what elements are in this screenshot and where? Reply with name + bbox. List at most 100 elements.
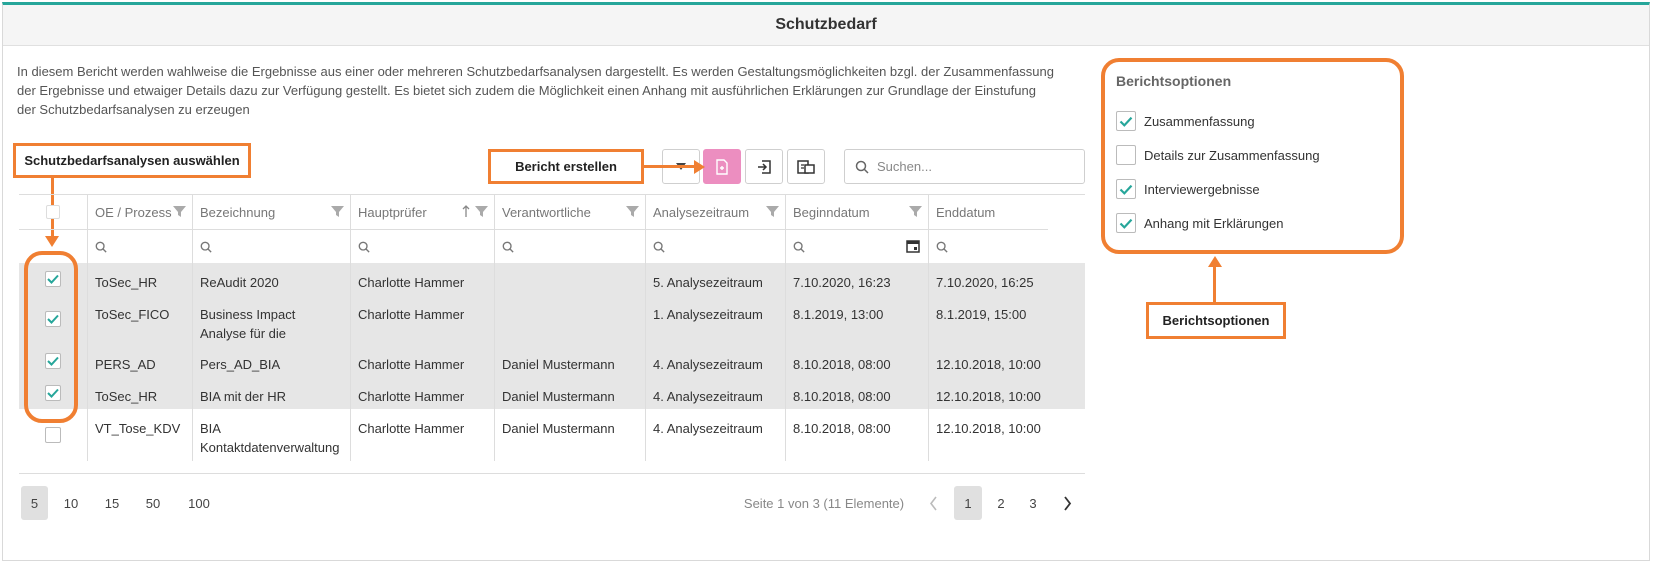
column-header-enddatum[interactable]: Enddatum <box>928 195 1048 229</box>
annotation-create-report: Bericht erstellen <box>488 149 644 184</box>
search-icon <box>936 241 948 253</box>
cell-zeitraum: 4. Analysezeitraum <box>645 345 785 377</box>
checkmark-icon <box>1119 218 1133 229</box>
annotation-select-analyses-label: Schutzbedarfsanalysen auswählen <box>24 153 240 168</box>
column-header-verantwortliche[interactable]: Verantwortliche <box>494 195 645 229</box>
page-size-15[interactable]: 15 <box>98 486 126 520</box>
option-zusammenfassung[interactable]: Zusammenfassung <box>1116 111 1255 131</box>
page-button-3[interactable]: 3 <box>1019 486 1047 520</box>
filter-row <box>19 229 1085 263</box>
cell-ende: 12.10.2018, 10:00 <box>928 377 1048 409</box>
column-header-label: Hauptprüfer <box>358 204 427 220</box>
cell-oe: ToSec_FICO <box>87 295 192 345</box>
cell-beginn: 8.10.2018, 08:00 <box>785 409 928 461</box>
search-placeholder: Suchen... <box>877 159 932 174</box>
filter-cell-verantwortliche[interactable] <box>494 229 645 263</box>
filter-icon[interactable] <box>331 205 344 218</box>
column-header-hauptpruefer[interactable]: Hauptprüfer <box>350 195 494 229</box>
page-size-5[interactable]: 5 <box>21 486 48 520</box>
table-row[interactable]: VT_Tose_KDV BIA Kontaktdatenverwaltung C… <box>19 409 1085 461</box>
search-icon <box>855 160 869 174</box>
analyses-table: OE / Prozess Bezeichnung Hauptprüfer Ver… <box>19 194 1085 474</box>
option-checkbox[interactable] <box>1116 179 1136 199</box>
cell-ende: 8.1.2019, 15:00 <box>928 295 1048 345</box>
option-anhang[interactable]: Anhang mit Erklärungen <box>1116 213 1283 233</box>
annotation-select-analyses: Schutzbedarfsanalysen auswählen <box>13 143 251 178</box>
filter-icon[interactable] <box>626 205 639 218</box>
option-checkbox[interactable] <box>1116 213 1136 233</box>
cell-pruefer: Charlotte Hammer <box>350 345 494 377</box>
column-header-beginndatum[interactable]: Beginndatum <box>785 195 928 229</box>
option-label: Interviewergebnisse <box>1144 181 1260 197</box>
filter-icon[interactable] <box>173 205 186 218</box>
search-icon <box>793 241 805 253</box>
column-header-analysezeitraum[interactable]: Analysezeitraum <box>645 195 785 229</box>
cell-oe: VT_Tose_KDV <box>87 409 192 461</box>
cell-zeitraum: 1. Analysezeitraum <box>645 295 785 345</box>
sort-ascending-icon[interactable] <box>462 205 470 218</box>
filter-cell-analysezeitraum[interactable] <box>645 229 785 263</box>
option-checkbox[interactable] <box>1116 145 1136 165</box>
filter-icon[interactable] <box>909 205 922 218</box>
next-page-button[interactable] <box>1053 486 1081 520</box>
cell-ende: 12.10.2018, 10:00 <box>928 409 1048 461</box>
search-icon <box>358 241 370 253</box>
filter-cell-hauptpruefer[interactable] <box>350 229 494 263</box>
option-interviewergebnisse[interactable]: Interviewergebnisse <box>1116 179 1260 199</box>
cell-pruefer: Charlotte Hammer <box>350 377 494 409</box>
filter-icon[interactable] <box>475 205 488 218</box>
table-row[interactable]: PERS_AD Pers_AD_BIA Charlotte Hammer Dan… <box>19 345 1085 377</box>
page-size-10[interactable]: 10 <box>57 486 85 520</box>
report-options-title: Berichtsoptionen <box>1116 73 1232 89</box>
cell-verantwortliche: Daniel Mustermann <box>494 377 645 409</box>
search-icon <box>95 241 107 253</box>
calendar-icon[interactable] <box>906 239 920 253</box>
column-chooser-button[interactable] <box>787 149 825 184</box>
cell-verantwortliche <box>494 263 645 295</box>
title-bar: Schutzbedarf <box>3 5 1649 46</box>
cell-pruefer: Charlotte Hammer <box>350 263 494 295</box>
filter-cell-beginndatum[interactable] <box>785 229 928 263</box>
cell-verantwortliche <box>494 295 645 345</box>
select-all-cell[interactable] <box>19 195 87 229</box>
option-label: Zusammenfassung <box>1144 113 1255 129</box>
page-button-1[interactable]: 1 <box>954 486 982 520</box>
search-input[interactable]: Suchen... <box>844 149 1085 184</box>
annotation-arrow-head <box>694 160 705 174</box>
prev-page-button[interactable] <box>919 486 947 520</box>
page-size-50[interactable]: 50 <box>139 486 167 520</box>
row-checkbox[interactable] <box>45 427 61 443</box>
annotation-report-options-label: Berichtsoptionen <box>1162 313 1270 328</box>
page-button-2[interactable]: 2 <box>987 486 1015 520</box>
option-checkbox[interactable] <box>1116 111 1136 131</box>
cell-zeitraum: 5. Analysezeitraum <box>645 263 785 295</box>
annotation-arrow <box>1213 266 1216 302</box>
cell-bezeichnung: Pers_AD_BIA <box>192 345 350 377</box>
chevron-right-icon <box>1063 495 1071 511</box>
column-header-oe[interactable]: OE / Prozess <box>87 195 192 229</box>
pager: 5 10 15 50 100 Seite 1 von 3 (11 Element… <box>19 486 1085 522</box>
cell-bezeichnung: ReAudit 2020 <box>192 263 350 295</box>
cell-ende: 12.10.2018, 10:00 <box>928 345 1048 377</box>
select-all-checkbox[interactable] <box>46 205 60 219</box>
option-details[interactable]: Details zur Zusammenfassung <box>1116 145 1320 165</box>
table-row[interactable]: ToSec_FICO Business Impact Analyse für d… <box>19 295 1085 345</box>
table-row[interactable]: ToSec_HR BIA mit der HR Charlotte Hammer… <box>19 377 1085 409</box>
chevron-left-icon <box>929 496 937 510</box>
cell-bezeichnung: Business Impact Analyse für die Finanzab… <box>192 295 350 345</box>
filter-cell-bezeichnung[interactable] <box>192 229 350 263</box>
cell-oe: ToSec_HR <box>87 377 192 409</box>
export-button[interactable] <box>745 149 783 184</box>
filter-cell-enddatum[interactable] <box>928 229 1048 263</box>
table-row[interactable]: ToSec_HR ReAudit 2020 Charlotte Hammer 5… <box>19 263 1085 295</box>
filter-cell-oe[interactable] <box>87 229 192 263</box>
create-report-button[interactable] <box>703 149 741 184</box>
column-chooser-icon <box>797 159 815 174</box>
filter-icon[interactable] <box>766 205 779 218</box>
column-header-bezeichnung[interactable]: Bezeichnung <box>192 195 350 229</box>
report-description: In diesem Bericht werden wahlweise die E… <box>17 64 1054 117</box>
annotation-create-report-label: Bericht erstellen <box>515 159 617 174</box>
page-size-100[interactable]: 100 <box>181 486 217 520</box>
report-options-panel: Berichtsoptionen Zusammenfassung Details… <box>1101 58 1404 254</box>
cell-bezeichnung: BIA mit der HR <box>192 377 350 409</box>
